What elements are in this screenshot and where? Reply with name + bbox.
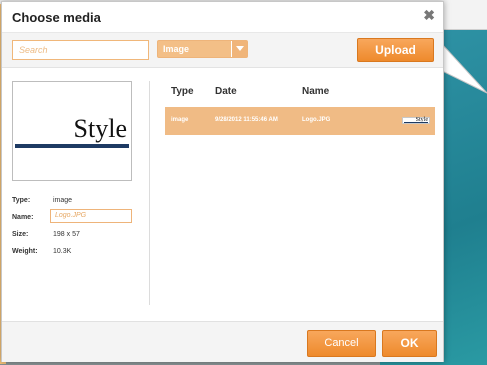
column-header-date[interactable]: Date [215,86,237,97]
row-thumbnail-bar [404,122,428,123]
table-row[interactable]: image 9/28/2012 11:55:46 AM Logo.JPG Sty… [165,107,435,135]
media-properties: Type: image Name: Logo.JPG Size: 198 x 5… [12,193,142,261]
property-type: Type: image [12,193,142,210]
dialog-body: Style Type: image Name: Logo.JPG Size: 1… [2,69,443,321]
dialog-header: Choose media ✖ [2,2,443,32]
property-label: Size: [12,231,29,238]
column-header-type[interactable]: Type [171,86,194,97]
upload-button[interactable]: Upload [357,38,434,62]
property-label: Weight: [12,248,38,255]
thumbnail-logo-text: Style [73,114,127,143]
ok-button[interactable]: OK [382,330,437,357]
row-type: image [171,117,189,123]
dialog-footer: Cancel OK [2,321,443,362]
property-label: Name: [12,214,34,221]
property-weight: Weight: 10.3K [12,244,142,261]
row-thumbnail: Style [402,117,430,124]
media-type-select[interactable]: Image [157,40,248,58]
media-type-select-value: Image [163,44,190,54]
property-value: 198 x 57 [53,231,80,238]
row-date: 9/28/2012 11:55:46 AM [215,117,278,123]
search-input[interactable] [12,40,149,60]
media-preview-thumbnail: Style [12,81,132,181]
property-label: Type: [12,197,31,204]
property-value: 10.3K [53,248,72,255]
dialog-toolbar: Image Upload [2,32,443,68]
thumbnail-logo-bar [15,144,129,148]
cancel-button[interactable]: Cancel [307,330,376,357]
chevron-down-icon[interactable] [231,41,247,57]
property-size: Size: 198 x 57 [12,227,142,244]
vertical-divider [149,81,150,305]
column-header-name[interactable]: Name [302,86,329,97]
dialog-title: Choose media [12,10,101,25]
row-name: Logo.JPG [302,117,331,123]
property-value: image [53,197,73,204]
name-field[interactable]: Logo.JPG [50,209,132,223]
property-name: Name: Logo.JPG [12,209,142,227]
close-icon[interactable]: ✖ [423,7,435,24]
choose-media-dialog: Choose media ✖ Image Upload Style Type: … [1,1,444,362]
